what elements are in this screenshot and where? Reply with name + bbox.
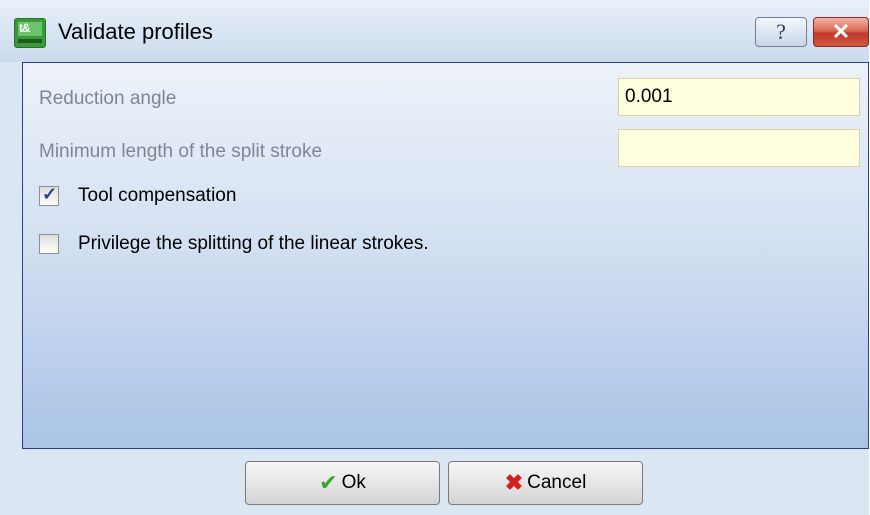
min-split-length-input[interactable] bbox=[618, 129, 860, 167]
tool-compensation-checkbox[interactable]: ✓ bbox=[39, 184, 59, 206]
reduction-angle-input[interactable]: 0.001 bbox=[618, 78, 860, 116]
reduction-angle-label: Reduction angle bbox=[39, 88, 177, 109]
ok-button[interactable]: ✔ Ok bbox=[245, 461, 440, 505]
red-x-icon: ✖ bbox=[504, 470, 524, 495]
privilege-splitting-checkbox[interactable] bbox=[39, 234, 59, 254]
title-bar[interactable]: t& Validate profiles ? ✕ bbox=[0, 0, 869, 62]
cancel-button[interactable]: ✖ Cancel bbox=[448, 461, 643, 505]
app-icon: t& bbox=[14, 18, 46, 48]
close-button[interactable]: ✕ bbox=[813, 17, 869, 47]
form-panel: Reduction angle 0.001 Minimum length of … bbox=[22, 62, 869, 449]
help-button[interactable]: ? bbox=[755, 17, 807, 47]
checkmark-icon: ✓ bbox=[42, 184, 58, 204]
min-split-length-label: Minimum length of the split stroke bbox=[39, 141, 323, 162]
validate-profiles-dialog: t& Validate profiles ? ✕ Reduction angle… bbox=[0, 0, 869, 515]
dialog-title: Validate profiles bbox=[58, 19, 213, 44]
privilege-splitting-label[interactable]: Privilege the splitting of the linear st… bbox=[78, 233, 429, 255]
checkmark-icon: ✔ bbox=[319, 470, 338, 495]
cancel-button-label: Cancel bbox=[527, 472, 587, 493]
ok-button-label: Ok bbox=[341, 472, 366, 493]
tool-compensation-label[interactable]: Tool compensation bbox=[78, 185, 236, 207]
